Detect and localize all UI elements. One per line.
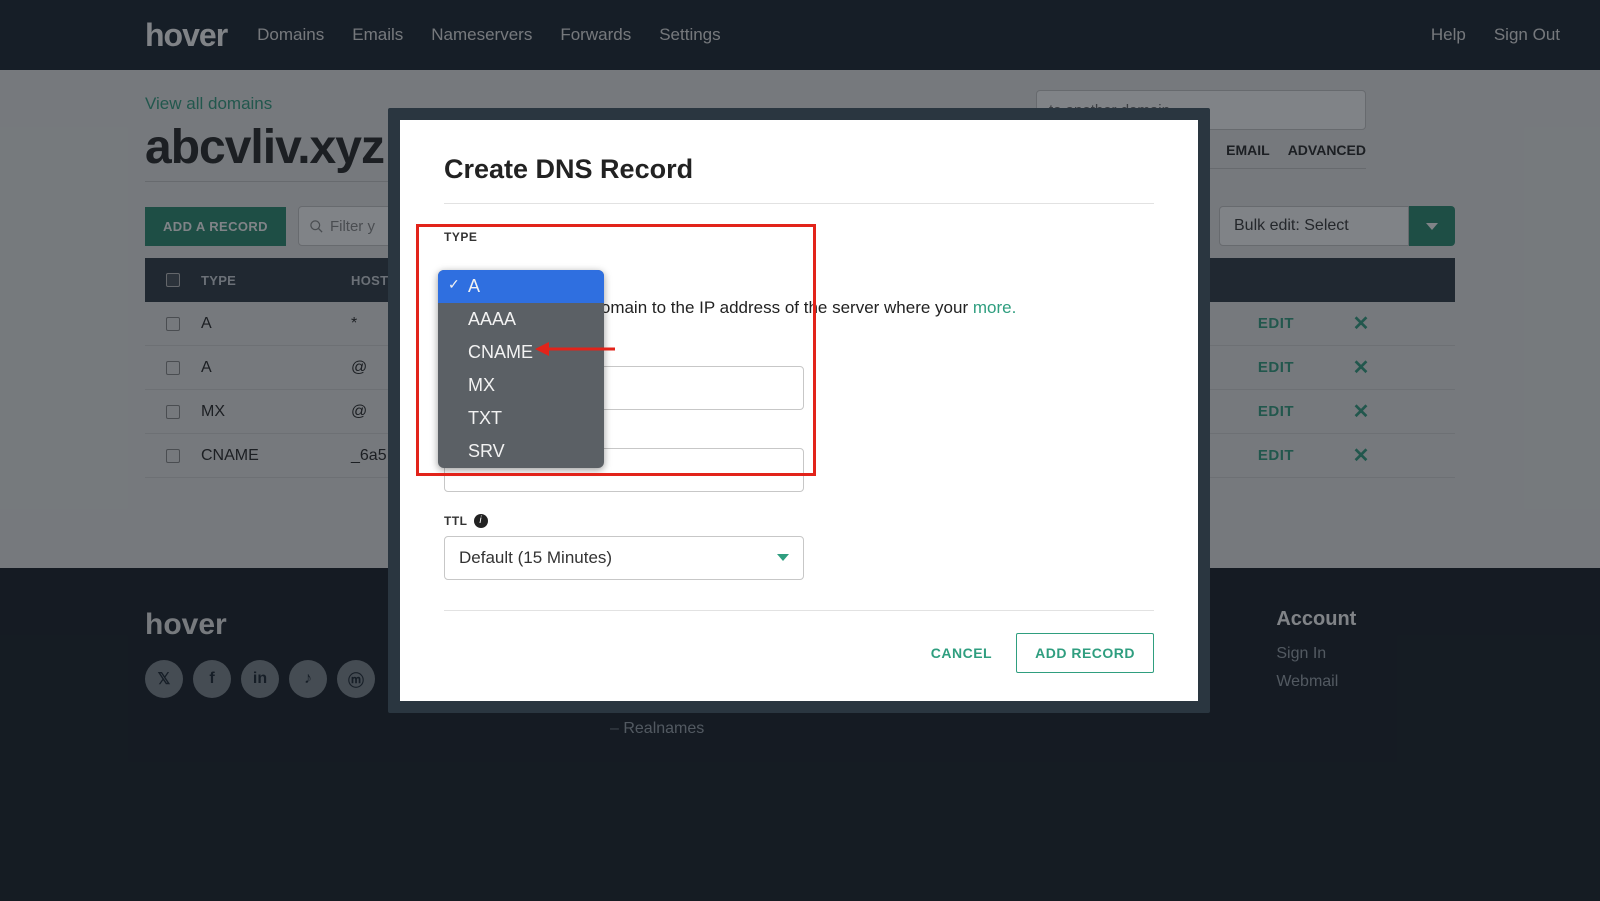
type-option-srv[interactable]: SRV bbox=[438, 435, 604, 468]
modal-title: Create DNS Record bbox=[444, 154, 1154, 185]
ttl-value: Default (15 Minutes) bbox=[459, 548, 612, 568]
add-record-submit[interactable]: ADD RECORD bbox=[1016, 633, 1154, 673]
ttl-label: TTL bbox=[444, 514, 468, 528]
learn-more-link[interactable]: more. bbox=[973, 298, 1016, 317]
type-option-txt[interactable]: TXT bbox=[438, 402, 604, 435]
type-option-a[interactable]: A bbox=[438, 270, 604, 303]
chevron-down-icon bbox=[777, 554, 789, 561]
type-dropdown[interactable]: A AAAA CNAME MX TXT SRV bbox=[438, 270, 604, 468]
type-option-mx[interactable]: MX bbox=[438, 369, 604, 402]
info-icon[interactable]: i bbox=[474, 514, 488, 528]
type-label: TYPE bbox=[444, 230, 1154, 244]
ttl-select[interactable]: Default (15 Minutes) bbox=[444, 536, 804, 580]
type-option-cname[interactable]: CNAME bbox=[438, 336, 604, 369]
type-option-aaaa[interactable]: AAAA bbox=[438, 303, 604, 336]
cancel-button[interactable]: CANCEL bbox=[925, 633, 998, 673]
